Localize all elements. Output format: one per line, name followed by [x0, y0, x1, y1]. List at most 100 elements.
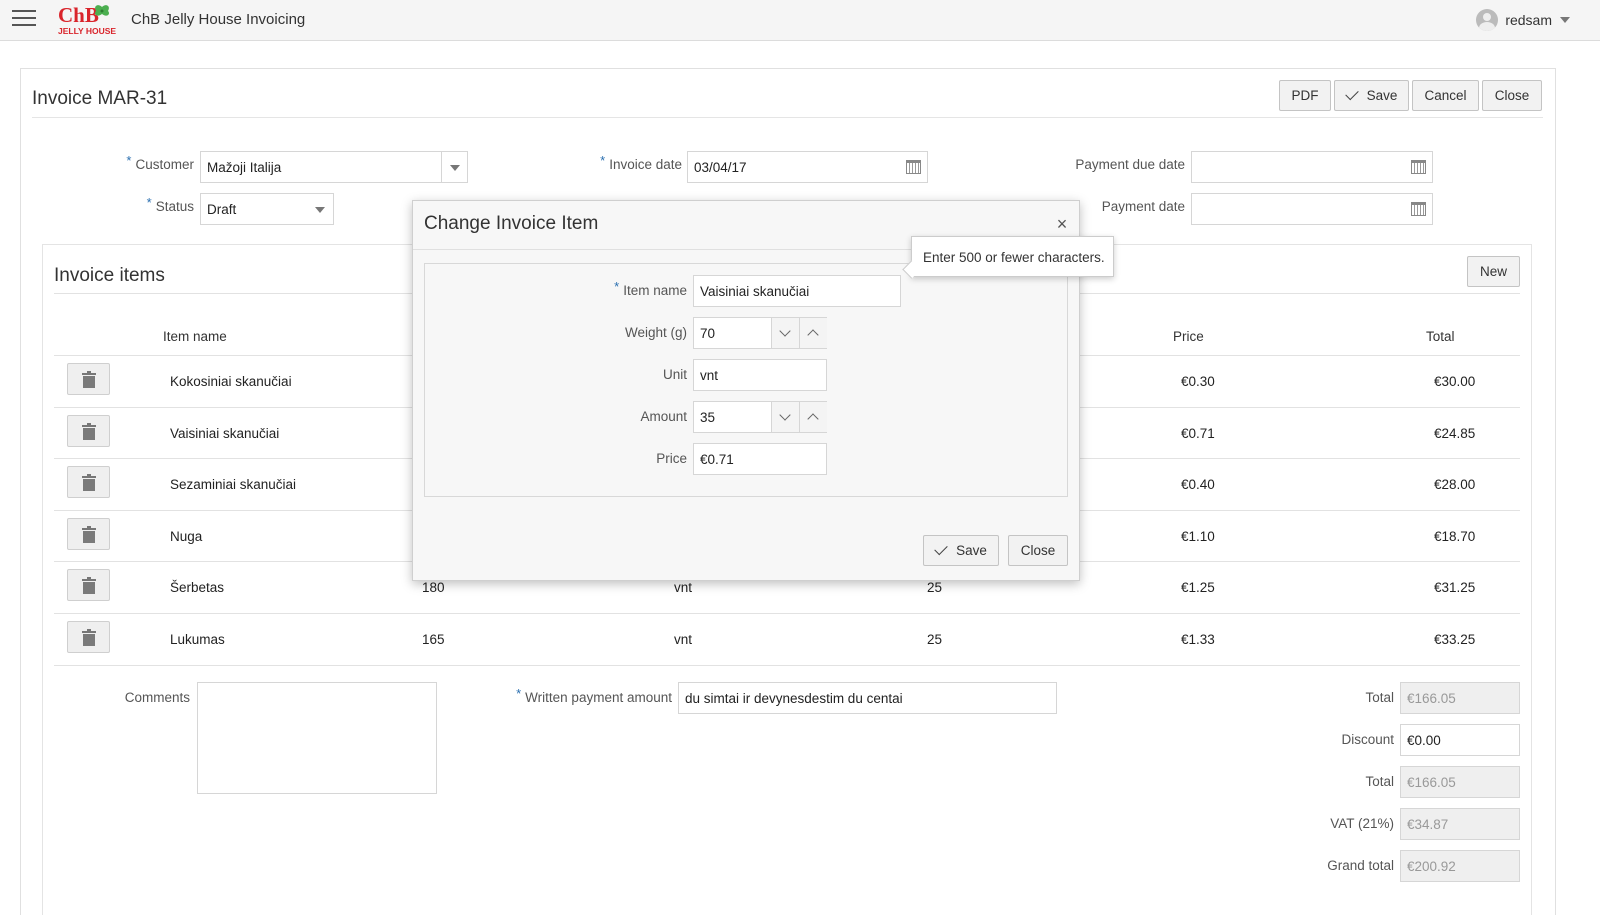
app-title: ChB Jelly House Invoicing: [131, 11, 306, 28]
vat-label: VAT (21%): [1330, 816, 1394, 831]
trash-icon: [82, 422, 96, 440]
calendar-icon[interactable]: [1411, 160, 1426, 174]
cancel-button-label: Cancel: [1424, 88, 1467, 103]
increment-button[interactable]: [799, 318, 827, 348]
total-value: €166.05: [1407, 690, 1456, 706]
invoice-items-title: Invoice items: [54, 265, 165, 286]
delete-row-button[interactable]: [67, 363, 110, 395]
cell-unit: vnt: [674, 580, 693, 596]
item-name-value: Vaisiniai skanučiai: [700, 283, 810, 299]
cell-price: €1.33: [1181, 632, 1215, 647]
price-label: Price: [656, 451, 687, 466]
delete-row-button[interactable]: [67, 621, 110, 653]
hamburger-menu-icon[interactable]: [12, 10, 36, 28]
customer-value: Mažoji Italija: [207, 159, 282, 175]
caret-down-icon: [1560, 17, 1570, 23]
required-marker: *: [126, 153, 132, 168]
weight-value: 70: [700, 325, 716, 341]
user-menu[interactable]: redsam: [1476, 8, 1570, 32]
amount-input[interactable]: 35: [693, 401, 827, 433]
payment-due-date-input[interactable]: [1191, 151, 1433, 183]
cell-item-name: Lukumas: [170, 632, 225, 647]
divider: [54, 665, 1520, 666]
column-header-item-name: Item name: [163, 329, 227, 344]
dialog-close-button[interactable]: Close: [1008, 535, 1068, 566]
new-item-button-label: New: [1479, 264, 1507, 279]
unit-value: vnt: [700, 367, 719, 383]
cell-amount: 25: [927, 632, 943, 647]
trash-icon: [82, 371, 96, 388]
cell-item-name: Kokosiniai skanučiai: [170, 374, 292, 389]
status-value: Draft: [207, 201, 237, 217]
delete-row-button[interactable]: [67, 414, 110, 447]
decrement-button[interactable]: [771, 318, 799, 348]
calendar-icon[interactable]: [1411, 202, 1426, 216]
status-label: * Status: [146, 195, 194, 214]
discount-value: €0.00: [1407, 732, 1441, 748]
required-marker: *: [600, 153, 606, 168]
close-button[interactable]: Close: [1482, 80, 1542, 111]
cell-amount: 25: [927, 580, 943, 596]
cell-item-name: Nuga: [170, 528, 203, 544]
discount-label: Discount: [1341, 732, 1394, 747]
pdf-button-label: PDF: [1291, 88, 1319, 103]
delete-row-button[interactable]: [67, 466, 110, 499]
invoice-date-input[interactable]: 03/04/17: [687, 151, 928, 183]
check-icon: [1344, 86, 1359, 101]
written-amount-input[interactable]: du simtai ir devynesdestim du centai: [678, 682, 1057, 714]
chevron-down-icon: [779, 325, 791, 337]
total-after-discount-label: Total: [1365, 774, 1394, 789]
cell-total: €24.85: [1434, 425, 1476, 441]
chevron-down-icon: [779, 409, 791, 421]
save-button-label: Save: [1366, 88, 1398, 103]
dropdown-arrow-icon[interactable]: [441, 152, 467, 182]
dialog-title: Change Invoice Item: [424, 213, 599, 234]
discount-input[interactable]: €0.00: [1400, 724, 1520, 756]
divider: [32, 117, 1543, 118]
trash-icon: [82, 629, 96, 646]
cell-weight: 165: [422, 632, 445, 647]
written-amount-label: * Written payment amount: [516, 686, 672, 705]
top-bar: ChB JELLY HOUSE ChB Jelly House Invoicin…: [0, 0, 1600, 41]
cell-total: €31.25: [1434, 580, 1476, 596]
cell-weight: 180: [422, 580, 445, 596]
logo: ChB JELLY HOUSE: [58, 3, 120, 37]
total-field: €166.05: [1400, 682, 1520, 714]
status-select[interactable]: Draft: [200, 193, 334, 225]
dialog-save-button[interactable]: Save: [923, 535, 999, 566]
grand-total-label: Grand total: [1327, 858, 1394, 873]
increment-button[interactable]: [799, 402, 827, 432]
comments-textarea[interactable]: [197, 682, 437, 794]
trash-icon: [82, 474, 96, 492]
decrement-button[interactable]: [771, 402, 799, 432]
delete-row-button[interactable]: [67, 517, 110, 550]
required-marker: *: [146, 195, 152, 210]
cell-price: €1.10: [1181, 528, 1215, 544]
weight-input[interactable]: 70: [693, 317, 827, 349]
payment-due-date-label: Payment due date: [1075, 157, 1185, 172]
calendar-icon[interactable]: [906, 160, 921, 174]
save-button[interactable]: Save: [1334, 80, 1409, 111]
price-value: €0.71: [700, 451, 734, 467]
amount-label: Amount: [640, 409, 687, 424]
new-item-button[interactable]: New: [1467, 256, 1520, 287]
customer-select[interactable]: Mažoji Italija: [200, 151, 468, 183]
unit-input[interactable]: vnt: [693, 359, 827, 391]
vat-value: €34.87: [1407, 816, 1449, 832]
total-after-discount-field: €166.05: [1400, 766, 1520, 798]
item-name-input[interactable]: Vaisiniai skanučiai: [693, 275, 901, 307]
unit-label: Unit: [662, 367, 687, 382]
svg-text:ChB: ChB: [58, 3, 99, 27]
customer-label: * Customer: [126, 153, 194, 172]
cell-price: €0.30: [1181, 374, 1215, 389]
cell-price: €0.40: [1181, 477, 1215, 493]
payment-date-input[interactable]: [1191, 193, 1433, 225]
close-icon[interactable]: ×: [1054, 215, 1070, 233]
dropdown-arrow-icon[interactable]: [307, 194, 333, 224]
price-input[interactable]: €0.71: [693, 443, 827, 475]
delete-row-button[interactable]: [67, 569, 110, 602]
cancel-button[interactable]: Cancel: [1412, 80, 1479, 111]
trash-icon: [82, 577, 96, 595]
cell-unit: vnt: [674, 632, 693, 647]
pdf-button[interactable]: PDF: [1279, 80, 1331, 111]
